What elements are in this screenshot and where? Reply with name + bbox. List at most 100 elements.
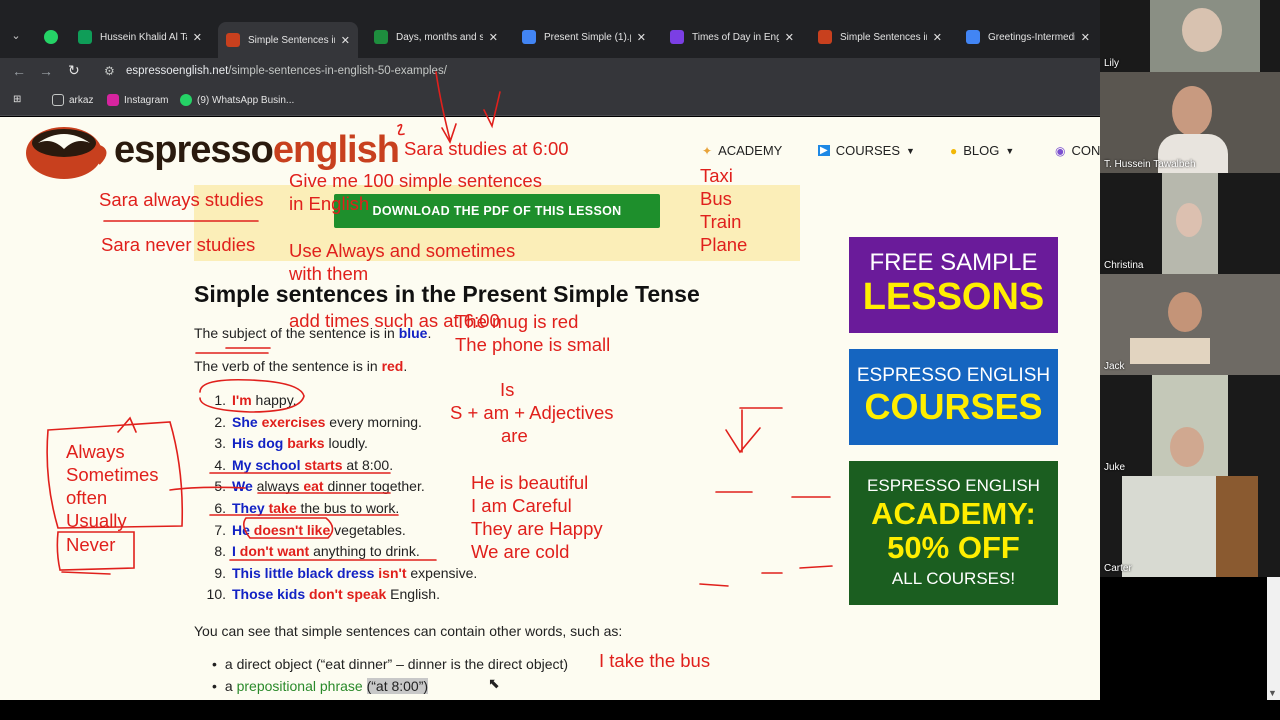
menu-courses[interactable]: ▶ COURSES ▼ (818, 143, 915, 158)
menu-contact[interactable]: ◉ CON (1055, 143, 1100, 158)
menu-academy[interactable]: ✦ ACADEMY (702, 143, 782, 158)
browser-tab[interactable]: Present Simple (1).pdf ✕ (514, 22, 654, 52)
reload-icon[interactable]: ↻ (68, 62, 80, 79)
sentence-subject: She (232, 413, 258, 430)
participant-tile[interactable]: Christina (1100, 173, 1280, 274)
participant-tile[interactable]: Juke (1100, 375, 1280, 476)
bookmark-label: (9) WhatsApp Busin... (197, 94, 295, 106)
participant-name: Juke (1104, 462, 1126, 473)
annotation-is: Is (500, 379, 515, 400)
sentence-subject: They (232, 499, 265, 516)
participant-tile[interactable]: T. Hussein Tawalbeh (1100, 72, 1280, 173)
example-number: 4. (214, 456, 226, 473)
bookmark-whatsapp-business[interactable]: (9) WhatsApp Busin... (180, 94, 294, 106)
tab-close-icon[interactable]: ✕ (193, 31, 202, 44)
browser-tab[interactable]: Times of Day in Englis ✕ (662, 22, 802, 52)
tab-close-icon[interactable]: ✕ (785, 31, 794, 44)
example-sentence-list: 1. I'm happy. 2. She exercises every mornin… (202, 390, 478, 606)
folder-icon (52, 94, 64, 106)
whatsapp-pinned-tab[interactable] (36, 22, 60, 52)
browser-tab[interactable]: Hussein Khalid Al Taw ✕ (70, 22, 210, 52)
avatar (1182, 8, 1222, 52)
annotation-adverb: Usually (66, 510, 127, 531)
site-info-icon[interactable]: ⚙ (104, 58, 115, 84)
verb-note: The verb of the sentence is in red. (194, 358, 408, 374)
whatsapp-icon (180, 94, 192, 106)
sentence-text: English. (386, 586, 440, 603)
bookmark-arkaz[interactable]: arkaz (52, 94, 93, 106)
tab-close-icon[interactable]: ✕ (637, 31, 646, 44)
sentence-verb: exercises (261, 413, 326, 430)
back-arrow-icon[interactable]: ← (12, 63, 26, 79)
annotation-adjective-sentence: They are Happy (471, 518, 603, 539)
ad-academy[interactable]: ESPRESSO ENGLISH ACADEMY: 50% OFF ALL CO… (849, 461, 1058, 605)
ad-line: ESPRESSO ENGLISH (856, 365, 1051, 386)
browser-tab[interactable]: Greetings-Intermedia ✕ (958, 22, 1098, 52)
avatar (1172, 86, 1212, 136)
tab-title: Greetings-Intermedia (988, 31, 1075, 43)
participant-tile[interactable]: Lily (1100, 0, 1280, 72)
example-number: 2. (214, 413, 226, 430)
download-pdf-button[interactable]: DOWNLOAD THE PDF OF THIS LESSON (334, 194, 660, 228)
example-number: 1. (214, 392, 226, 408)
sentence-subject: This little black dress (232, 564, 375, 581)
sentence-verb: eat (303, 478, 324, 495)
annotation-transport-plane: Plane (700, 234, 748, 255)
apps-grid-icon[interactable]: ⊞ (13, 94, 21, 105)
logo-word-english: english (272, 129, 400, 171)
annotation-sara-never: Sara never studies (101, 234, 256, 255)
prepositional-phrase-link[interactable]: prepositional phrase (237, 678, 363, 694)
browser-tab[interactable]: Simple Sentences in E ✕ (218, 22, 358, 58)
tab-favicon-icon (818, 30, 832, 44)
annotation-transport-train: Train (700, 211, 742, 232)
whatsapp-icon (44, 30, 58, 44)
browser-tab[interactable]: Days, months and sea ✕ (366, 22, 506, 52)
annotation-adverb: Always (66, 441, 125, 462)
sentence-subject: We (232, 478, 253, 495)
sentence-text: happy. (251, 392, 297, 408)
annotation-use-always: Use Always and sometimes (289, 240, 516, 261)
forward-arrow-icon[interactable]: → (39, 63, 53, 79)
sparkles-icon: ✦ (702, 143, 713, 158)
participant-tile[interactable]: Carter (1100, 476, 1280, 577)
browser-tab[interactable]: Simple Sentences in E ✕ (810, 22, 950, 52)
avatar (1176, 203, 1202, 237)
tab-title: Present Simple (1).pdf (544, 31, 631, 43)
tab-title: Simple Sentences in E (248, 34, 335, 46)
page-scrollbar[interactable] (1267, 577, 1280, 700)
ad-line: LESSONS (862, 276, 1045, 318)
bullet-text: a (224, 678, 237, 694)
tab-search-chevron-icon[interactable]: ⌄ (6, 26, 26, 46)
url-host: espressoenglish.net (126, 65, 229, 77)
tab-close-icon[interactable]: ✕ (489, 31, 498, 44)
ad-line: ESPRESSO ENGLISH (867, 476, 1040, 495)
example-sentence: 7. He doesn't like vegetables. (202, 520, 477, 542)
bookmarks-bar: ⊞ arkaz Instagram (9) WhatsApp Busin... (0, 86, 1100, 116)
ad-courses[interactable]: ESPRESSO ENGLISH COURSES (849, 349, 1058, 445)
sentence-verb: doesn't like (253, 521, 331, 538)
address-bar[interactable]: ⚙ espressoenglish.net/simple-sentences-i… (98, 58, 1098, 84)
tab-favicon-icon (78, 30, 92, 44)
menu-label: CON (1071, 143, 1100, 158)
annotation-formula: S + am + Adjectives (450, 402, 614, 423)
tab-close-icon[interactable]: ✕ (933, 31, 942, 44)
scroll-down-arrow-icon[interactable]: ▼ (1268, 688, 1277, 698)
url-path: /simple-sentences-in-english-50-examples… (228, 65, 447, 77)
participant-name: Christina (1104, 260, 1144, 271)
example-sentence: 8. I don't want anything to drink. (202, 541, 477, 563)
participant-tile[interactable]: Jack (1100, 274, 1280, 375)
sentence-text: expensive. (406, 564, 478, 581)
ad-free-sample-lessons[interactable]: FREE SAMPLE LESSONS (849, 237, 1058, 333)
ad-line: COURSES (864, 386, 1043, 427)
bookmark-instagram[interactable]: Instagram (107, 94, 168, 106)
bullet-text: a direct object (“eat dinner” – dinner i… (224, 656, 569, 672)
example-number: 5. (214, 478, 226, 495)
tab-favicon-icon (374, 30, 388, 44)
tab-close-icon[interactable]: ✕ (341, 34, 350, 47)
example-number: 9. (214, 564, 226, 581)
example-number: 6. (214, 499, 226, 516)
example-sentence: 9. This little black dress isn't expensiv… (202, 563, 477, 585)
annotation-adverb: Sometimes (66, 464, 159, 485)
tab-close-icon[interactable]: ✕ (1081, 31, 1090, 44)
menu-blog[interactable]: ● BLOG ▼ (950, 143, 1014, 158)
